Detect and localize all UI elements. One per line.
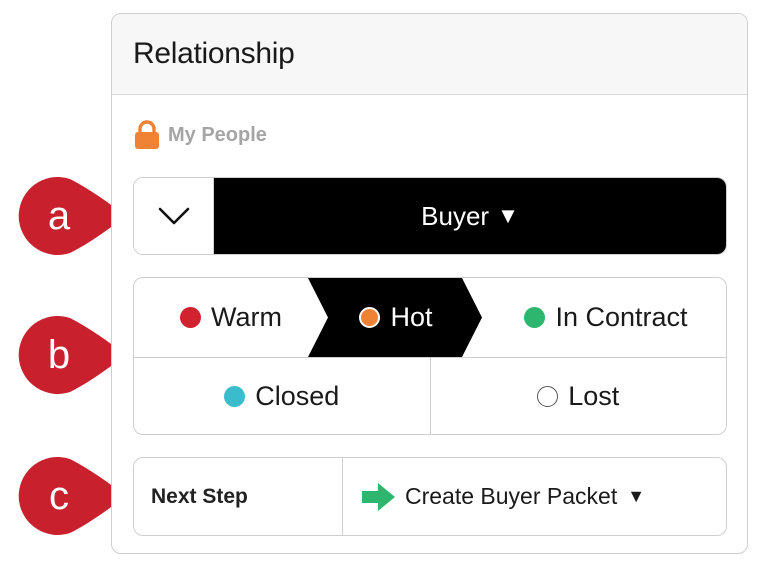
in-contract-dot-icon bbox=[524, 307, 546, 328]
next-step-row: Next Step Create Buyer Packet ▼ bbox=[133, 457, 727, 536]
relationship-type-value: Buyer bbox=[421, 200, 490, 231]
status-option-warm[interactable]: Warm bbox=[134, 278, 328, 357]
arrow-right-icon bbox=[362, 482, 395, 511]
callout-c-label: c bbox=[49, 474, 69, 518]
status-label: Hot bbox=[390, 302, 433, 332]
privacy-setting[interactable]: My People bbox=[134, 120, 267, 150]
relationship-type-select[interactable]: Buyer ▼ bbox=[214, 178, 726, 254]
next-step-action-select[interactable]: Create Buyer Packet ▼ bbox=[343, 458, 726, 535]
hot-dot-icon bbox=[359, 307, 381, 328]
next-step-label: Next Step bbox=[134, 458, 343, 535]
status-selector: Warm Hot In Contract Closed Lost bbox=[133, 277, 727, 435]
relationship-type-row: Buyer ▼ bbox=[133, 177, 727, 255]
closed-dot-icon bbox=[224, 385, 246, 407]
status-option-hot[interactable]: Hot bbox=[308, 278, 484, 357]
status-row-top: Warm Hot In Contract bbox=[134, 278, 726, 357]
card-header: Relationship bbox=[112, 14, 747, 95]
chevron-down-icon bbox=[158, 207, 189, 225]
status-label: Lost bbox=[568, 380, 620, 411]
privacy-label: My People bbox=[168, 123, 267, 146]
dropdown-arrow-icon: ▼ bbox=[497, 203, 519, 228]
status-option-lost[interactable]: Lost bbox=[429, 358, 727, 434]
status-label: Warm bbox=[211, 302, 282, 332]
dropdown-arrow-icon: ▼ bbox=[627, 486, 646, 506]
warm-dot-icon bbox=[180, 307, 201, 328]
status-label: In Contract bbox=[555, 302, 688, 332]
status-row-bottom: Closed Lost bbox=[134, 357, 726, 434]
next-step-action-label: Create Buyer Packet bbox=[405, 483, 618, 509]
card-title: Relationship bbox=[133, 37, 295, 70]
status-option-in-contract[interactable]: In Contract bbox=[484, 278, 726, 357]
status-label: Closed bbox=[255, 380, 340, 411]
lock-icon bbox=[135, 120, 159, 149]
lost-dot-icon bbox=[537, 385, 559, 407]
callout-a-label: a bbox=[47, 194, 71, 238]
callout-b-label: b bbox=[47, 333, 71, 377]
expand-toggle-button[interactable] bbox=[134, 178, 214, 254]
status-option-closed[interactable]: Closed bbox=[134, 358, 430, 434]
